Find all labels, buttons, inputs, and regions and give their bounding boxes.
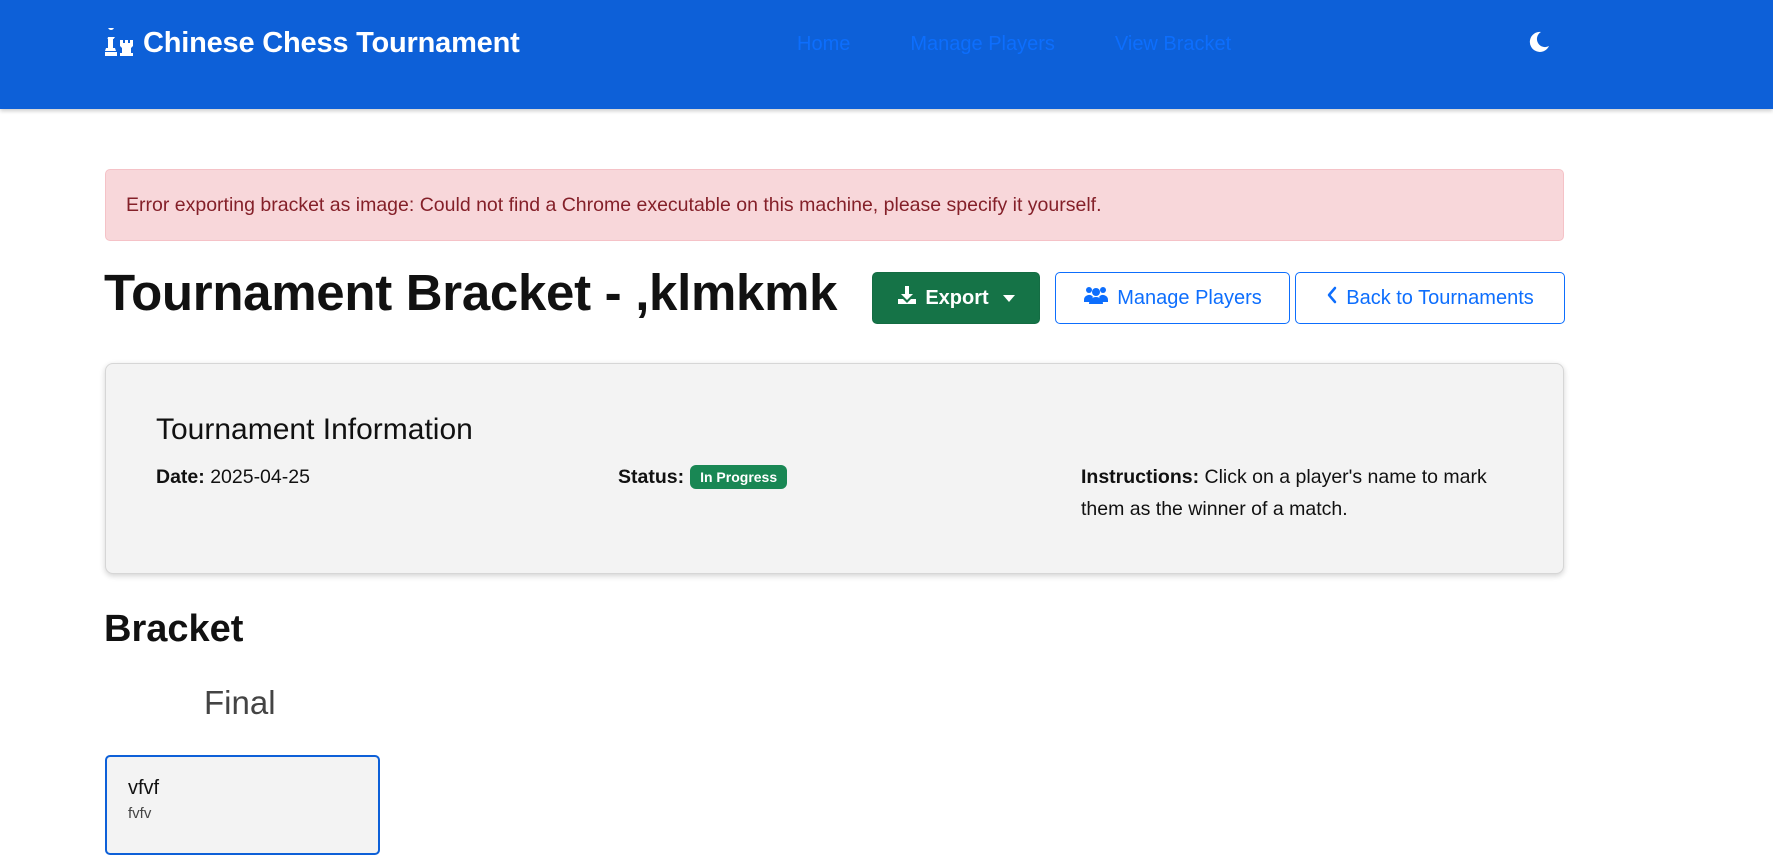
moon-icon[interactable] xyxy=(1528,31,1550,53)
card-title: Tournament Information xyxy=(156,413,473,446)
round-title-final: Final xyxy=(204,684,276,721)
users-icon xyxy=(1083,285,1109,311)
status-info: Status: In Progress xyxy=(618,461,788,493)
date-label: Date: xyxy=(156,466,205,488)
player-one-name[interactable]: vfvf xyxy=(128,777,159,800)
export-button[interactable]: Export xyxy=(872,272,1040,324)
alert-message: Error exporting bracket as image: Could … xyxy=(126,193,1102,216)
status-badge: In Progress xyxy=(690,465,788,489)
export-label: Export xyxy=(925,286,989,309)
chess-pieces-icon xyxy=(104,28,136,58)
instructions-label: Instructions: xyxy=(1081,466,1200,488)
brand-title: Chinese Chess Tournament xyxy=(143,26,520,59)
nav-link-manage-players[interactable]: Manage Players xyxy=(910,30,1055,58)
back-label: Back to Tournaments xyxy=(1346,286,1534,309)
caret-down-icon xyxy=(1002,294,1015,302)
instructions-info: Instructions: Click on a player's name t… xyxy=(1081,461,1501,525)
nav-link-home[interactable]: Home xyxy=(797,30,850,58)
date-value: 2025-04-25 xyxy=(210,466,310,488)
nav-link-view-bracket[interactable]: View Bracket xyxy=(1115,30,1231,58)
match-card: vfvf fvfv xyxy=(105,755,380,855)
brand[interactable]: Chinese Chess Tournament xyxy=(104,24,520,62)
bracket-title: Bracket xyxy=(104,608,244,650)
page-title: Tournament Bracket - ,klmkmk xyxy=(104,264,838,321)
back-to-tournaments-button[interactable]: Back to Tournaments xyxy=(1295,272,1565,324)
status-label: Status: xyxy=(618,466,685,488)
player-two-name[interactable]: fvfv xyxy=(128,805,151,822)
manage-players-label: Manage Players xyxy=(1117,286,1262,309)
date-info: Date: 2025-04-25 xyxy=(156,461,310,493)
chevron-left-icon xyxy=(1326,286,1338,310)
tournament-info-card: Tournament Information Date: 2025-04-25 … xyxy=(105,363,1564,574)
download-icon xyxy=(897,285,917,311)
error-alert: Error exporting bracket as image: Could … xyxy=(105,169,1564,241)
manage-players-button[interactable]: Manage Players xyxy=(1055,272,1290,324)
nav-links: Home Manage Players View Bracket xyxy=(797,30,1231,58)
navbar: Chinese Chess Tournament Home Manage Pla… xyxy=(0,0,1773,109)
